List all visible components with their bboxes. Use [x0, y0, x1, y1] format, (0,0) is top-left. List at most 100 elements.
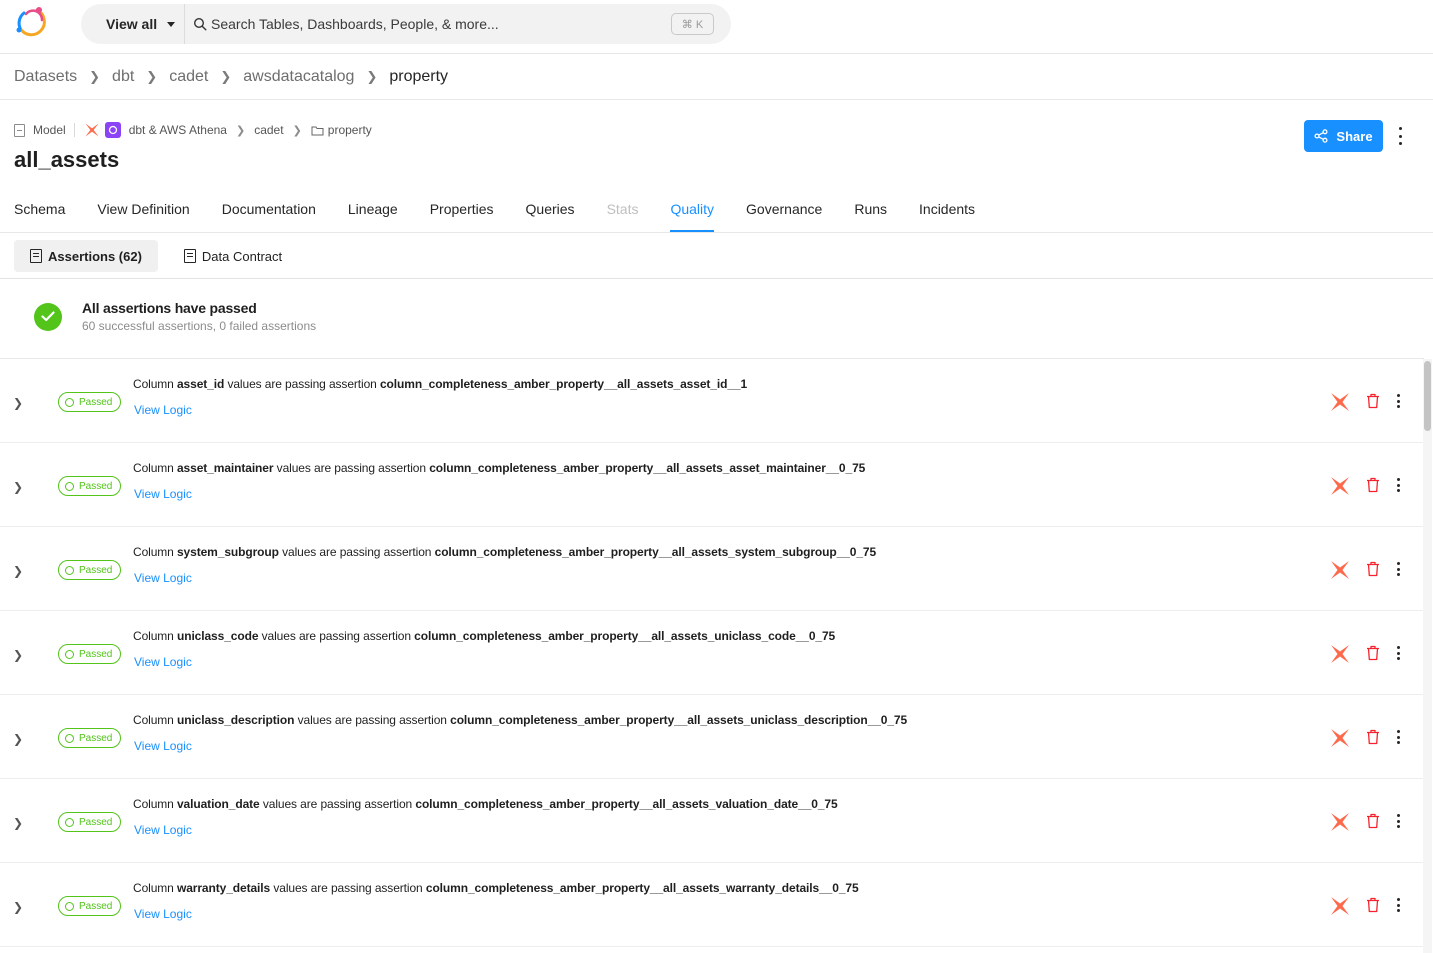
scrollbar[interactable]	[1423, 359, 1432, 953]
status-badge-label: Passed	[79, 396, 113, 408]
divider	[0, 278, 1433, 279]
table-row: ❯ Passed Column warranty_details values …	[0, 863, 1424, 947]
delete-icon[interactable]	[1366, 561, 1380, 577]
more-options-icon[interactable]	[1392, 897, 1404, 913]
more-options-icon[interactable]	[1392, 729, 1404, 745]
share-button[interactable]: Share	[1304, 120, 1383, 152]
table-row: ❯ Passed Column system_subgroup values a…	[0, 527, 1424, 611]
tab-properties[interactable]: Properties	[430, 186, 494, 232]
delete-icon[interactable]	[1366, 393, 1380, 409]
more-options-icon[interactable]	[1392, 813, 1404, 829]
tab-runs[interactable]: Runs	[854, 186, 887, 232]
entity-platform-label[interactable]: dbt & AWS Athena	[129, 123, 227, 137]
tab-queries[interactable]: Queries	[526, 186, 575, 232]
expand-chevron-icon[interactable]: ❯	[12, 564, 24, 578]
delete-icon[interactable]	[1366, 645, 1380, 661]
model-icon	[14, 123, 25, 137]
delete-icon[interactable]	[1366, 729, 1380, 745]
expand-chevron-icon[interactable]: ❯	[12, 732, 24, 746]
assertion-description: Column valuation_date values are passing…	[133, 797, 838, 811]
chevron-right-icon: ❯	[146, 69, 158, 84]
check-circle-icon	[65, 817, 74, 827]
expand-chevron-icon[interactable]: ❯	[12, 480, 24, 494]
entity-folder-link[interactable]: property	[328, 123, 372, 137]
more-options-icon[interactable]	[1392, 561, 1404, 577]
chevron-right-icon: ❯	[235, 124, 246, 137]
search-icon	[193, 17, 207, 31]
assertion-name: column_completeness_amber_property__all_…	[434, 545, 877, 559]
table-row: ❯ Passed Column uniclass_description val…	[0, 695, 1424, 779]
view-logic-link[interactable]: View Logic	[134, 571, 192, 585]
search-input[interactable]	[211, 12, 651, 36]
status-badge-label: Passed	[79, 900, 113, 912]
view-logic-link[interactable]: View Logic	[134, 823, 192, 837]
expand-chevron-icon[interactable]: ❯	[12, 396, 24, 410]
subtab-assertions-label: Assertions (62)	[48, 248, 142, 264]
tab-incidents[interactable]: Incidents	[919, 186, 975, 232]
desc-prefix: Column	[133, 881, 174, 895]
search-shortcut-hint: ⌘ K	[671, 13, 714, 35]
chevron-right-icon: ❯	[292, 124, 302, 137]
search-scope-dropdown[interactable]: View all	[81, 4, 185, 44]
entity-container-link[interactable]: cadet	[254, 123, 283, 137]
delete-icon[interactable]	[1366, 897, 1380, 913]
status-badge: Passed	[58, 560, 122, 580]
share-button-label: Share	[1336, 128, 1373, 144]
tab-lineage[interactable]: Lineage	[348, 186, 398, 232]
breadcrumb: Datasets ❯ dbt ❯ cadet ❯ awsdatacatalog …	[14, 66, 448, 88]
expand-chevron-icon[interactable]: ❯	[12, 900, 24, 914]
chevron-right-icon: ❯	[89, 69, 101, 84]
desc-middle: values are passing assertion	[282, 545, 432, 559]
table-row: ❯ Passed Column valuation_date values ar…	[0, 779, 1424, 863]
desc-prefix: Column	[133, 797, 174, 811]
divider	[73, 123, 75, 137]
assertion-name: column_completeness_amber_property__all_…	[415, 797, 838, 811]
more-options-icon[interactable]	[1392, 645, 1404, 661]
assertion-description: Column system_subgroup values are passin…	[133, 545, 876, 559]
summary-title: All assertions have passed	[82, 300, 257, 316]
dbt-logo-icon	[1331, 477, 1349, 495]
delete-icon[interactable]	[1366, 477, 1380, 493]
view-logic-link[interactable]: View Logic	[134, 403, 192, 417]
subtab-assertions[interactable]: Assertions (62)	[14, 240, 158, 272]
quality-subtabs: Assertions (62) Data Contract	[14, 240, 298, 272]
entity-tabs: Schema View Definition Documentation Lin…	[14, 186, 1007, 233]
entity-type-label: Model	[33, 123, 66, 137]
breadcrumb-item-property[interactable]: property	[389, 68, 448, 86]
scrollbar-thumb[interactable]	[1424, 361, 1431, 431]
desc-prefix: Column	[133, 377, 174, 391]
breadcrumb-item-awsdatacatalog[interactable]: awsdatacatalog	[243, 68, 354, 86]
tab-documentation[interactable]: Documentation	[222, 186, 316, 232]
delete-icon[interactable]	[1366, 813, 1380, 829]
dbt-logo-icon	[1331, 813, 1349, 831]
view-logic-link[interactable]: View Logic	[134, 487, 192, 501]
desc-prefix: Column	[133, 461, 174, 475]
breadcrumb-item-datasets[interactable]: Datasets	[14, 68, 77, 86]
tab-governance[interactable]: Governance	[746, 186, 822, 232]
more-options-icon[interactable]	[1392, 393, 1404, 409]
assertion-list: ❯ Passed Column asset_id values are pass…	[0, 359, 1424, 947]
subtab-data-contract[interactable]: Data Contract	[168, 240, 298, 272]
view-logic-link[interactable]: View Logic	[134, 739, 192, 753]
expand-chevron-icon[interactable]: ❯	[12, 648, 24, 662]
more-options-icon[interactable]	[1392, 125, 1408, 147]
tab-view-definition[interactable]: View Definition	[97, 186, 189, 232]
desc-middle: values are passing assertion	[273, 881, 423, 895]
check-circle-icon	[65, 481, 74, 491]
breadcrumb-item-dbt[interactable]: dbt	[112, 68, 134, 86]
breadcrumb-item-cadet[interactable]: cadet	[169, 68, 208, 86]
assertion-name: column_completeness_amber_property__all_…	[450, 713, 908, 727]
check-circle-icon	[65, 397, 74, 407]
tab-schema[interactable]: Schema	[14, 186, 65, 232]
app-logo-icon[interactable]	[12, 4, 52, 40]
view-logic-link[interactable]: View Logic	[134, 907, 192, 921]
chevron-right-icon: ❯	[220, 69, 232, 84]
expand-chevron-icon[interactable]: ❯	[12, 816, 24, 830]
view-logic-link[interactable]: View Logic	[134, 655, 192, 669]
desc-middle: values are passing assertion	[261, 629, 411, 643]
table-row: ❯ Passed Column asset_maintainer values …	[0, 443, 1424, 527]
more-options-icon[interactable]	[1392, 477, 1404, 493]
divider	[0, 99, 1433, 100]
column-name: warranty_details	[176, 881, 271, 895]
tab-quality[interactable]: Quality	[670, 186, 714, 232]
